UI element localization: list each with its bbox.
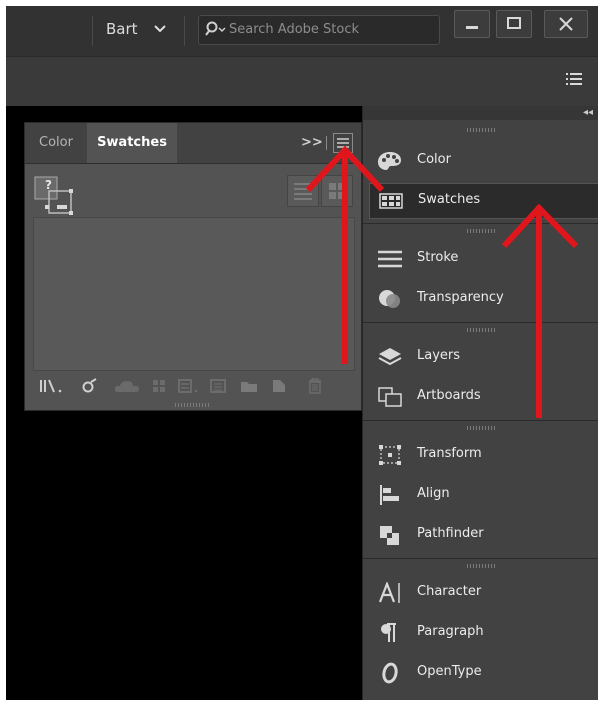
dock-item-align[interactable]: Align — [369, 478, 597, 512]
pathfinder-icon — [377, 524, 401, 546]
search-icon — [205, 21, 227, 41]
artboards-icon — [377, 386, 402, 408]
swatch-library-icon[interactable] — [39, 378, 65, 398]
tab-color[interactable]: Color — [25, 123, 87, 163]
dock-item-label: Swatches — [418, 192, 481, 207]
color-group-icon — [151, 378, 169, 398]
dock-item-label: Align — [417, 486, 450, 501]
dock-item-color[interactable]: Color — [369, 144, 597, 178]
maximize-button[interactable] — [496, 10, 532, 38]
dock-item-label: Character — [417, 584, 482, 599]
dock-item-label: Stroke — [417, 250, 459, 265]
trash-icon — [307, 378, 323, 398]
minimize-button[interactable] — [454, 10, 490, 38]
cloud-library-icon — [113, 378, 141, 398]
dock-item-label: Pathfinder — [417, 526, 484, 541]
list-menu-icon[interactable] — [566, 72, 582, 90]
show-kind-icon[interactable] — [81, 378, 99, 398]
dock-item-label: Artboards — [417, 388, 481, 403]
group-grip[interactable] — [467, 128, 497, 132]
group-grip[interactable] — [467, 328, 497, 332]
collapse-dock-button[interactable]: ◂◂ — [583, 106, 593, 120]
dock-item-label: Color — [417, 152, 451, 167]
title-bar: Bart — [6, 6, 598, 56]
user-name[interactable]: Bart — [106, 20, 138, 38]
opentype-icon — [377, 662, 401, 684]
character-icon — [377, 580, 401, 604]
new-folder-icon[interactable] — [239, 378, 259, 398]
group-grip[interactable] — [467, 229, 497, 233]
dock-item-opentype[interactable]: OpenType — [369, 656, 597, 690]
group-divider — [363, 558, 598, 559]
chevron-down-icon[interactable] — [154, 23, 166, 38]
dock-item-label: Transparency — [417, 290, 504, 305]
group-grip[interactable] — [467, 564, 497, 568]
dock-header: ◂◂ — [363, 106, 598, 120]
annotation-arrow-up-icon — [501, 203, 579, 418]
tab-swatches[interactable]: Swatches — [87, 123, 177, 163]
dock-item-transform[interactable]: Transform — [369, 438, 597, 472]
panel-footer — [25, 375, 361, 401]
search-input[interactable] — [229, 20, 429, 38]
dock-item-label: Transform — [417, 446, 482, 461]
dock-item-label: Paragraph — [417, 624, 484, 639]
divider — [184, 16, 185, 46]
app-window: Bart Color Swatches — [6, 6, 598, 700]
align-icon — [377, 484, 401, 506]
dock-item-character[interactable]: Character — [369, 576, 597, 610]
annotation-arrow-up-icon — [305, 145, 385, 364]
dock-item-pathfinder[interactable]: Pathfinder — [369, 518, 597, 552]
dock-item-label: Layers — [417, 348, 461, 363]
close-button[interactable] — [544, 10, 588, 38]
transform-icon — [377, 444, 401, 466]
dock-item-paragraph[interactable]: Paragraph — [369, 616, 597, 650]
search-box[interactable] — [198, 15, 440, 45]
group-grip[interactable] — [467, 426, 497, 430]
divider — [92, 16, 93, 46]
paragraph-icon — [377, 622, 401, 644]
new-swatch-icon[interactable] — [271, 378, 289, 398]
resize-grip[interactable] — [175, 403, 211, 407]
none-swatch[interactable] — [33, 175, 77, 223]
none-swatch-label: ? — [45, 178, 52, 192]
edit-swatch-icon — [177, 378, 199, 398]
dock-item-label: OpenType — [417, 664, 482, 679]
swatch-options-icon — [209, 378, 227, 398]
control-bar — [6, 56, 598, 107]
